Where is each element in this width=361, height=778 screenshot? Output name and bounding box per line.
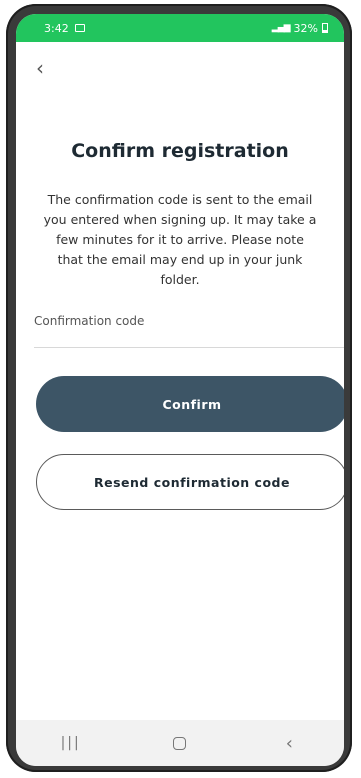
page-title: Confirm registration <box>71 140 289 162</box>
status-time: 3:42 <box>44 21 69 35</box>
system-nav-bar: ||| ‹ <box>16 720 344 766</box>
phone-frame: 3:42 ▂▄▆ 32% ‹ Confirm registration The … <box>6 4 352 772</box>
home-button[interactable] <box>160 728 200 758</box>
status-bar: 3:42 ▂▄▆ 32% <box>16 14 344 42</box>
resend-code-button[interactable]: Resend confirmation code <box>36 454 344 510</box>
nav-back-button[interactable]: ‹ <box>269 728 309 758</box>
home-icon <box>173 736 187 750</box>
status-left: 3:42 <box>44 22 85 35</box>
screen: 3:42 ▂▄▆ 32% ‹ Confirm registration The … <box>16 14 344 766</box>
signal-icon: ▂▄▆ <box>271 23 291 33</box>
confirmation-code-input[interactable] <box>34 312 344 330</box>
confirm-button[interactable]: Confirm <box>36 376 344 432</box>
recents-icon: ||| <box>60 735 81 751</box>
battery-icon <box>322 23 328 33</box>
back-icon: ‹ <box>285 732 293 754</box>
image-notification-icon <box>74 24 85 32</box>
confirmation-code-field[interactable] <box>34 310 344 348</box>
recents-button[interactable]: ||| <box>51 728 91 758</box>
description-text: The confirmation code is sent to the ema… <box>43 192 317 287</box>
battery-percent: 32% <box>293 21 318 35</box>
status-right: ▂▄▆ 32% <box>272 22 328 35</box>
chevron-left-icon[interactable]: ‹ <box>28 56 52 80</box>
